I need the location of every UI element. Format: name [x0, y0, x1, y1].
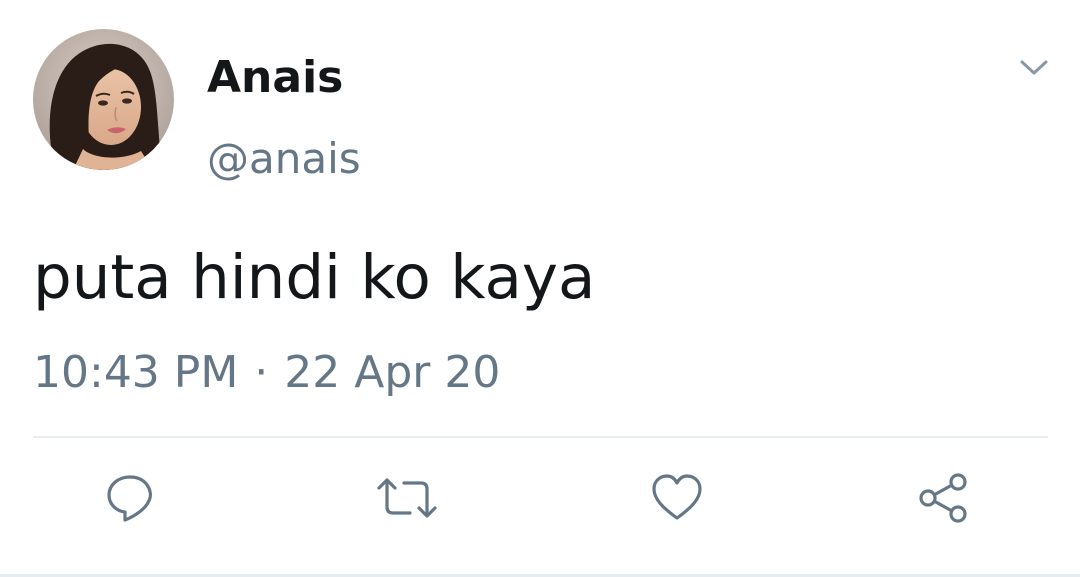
avatar[interactable] — [33, 29, 174, 170]
tweet-timestamp[interactable]: 10:43 PM · 22 Apr 20 — [33, 346, 500, 400]
tweet-card: Anais @anais puta hindi ko kaya 10:43 PM… — [0, 0, 1080, 577]
user-handle[interactable]: @anais — [207, 134, 361, 184]
tweet-date: 22 Apr 20 — [284, 347, 501, 398]
like-button[interactable] — [650, 471, 704, 525]
retweet-button[interactable] — [376, 471, 438, 525]
heart-icon — [652, 474, 702, 520]
reply-icon — [107, 475, 152, 522]
share-button[interactable] — [916, 471, 970, 525]
reply-button[interactable] — [103, 471, 157, 525]
chevron-down-icon[interactable] — [1014, 52, 1054, 82]
meta-separator: · — [254, 347, 269, 398]
share-icon — [919, 473, 967, 523]
divider — [33, 436, 1048, 438]
tweet-text: puta hindi ko kaya — [33, 242, 596, 313]
retweet-icon — [377, 478, 437, 518]
tweet-time: 10:43 PM — [33, 347, 239, 398]
avatar-image — [33, 29, 174, 170]
display-name[interactable]: Anais — [207, 52, 343, 104]
